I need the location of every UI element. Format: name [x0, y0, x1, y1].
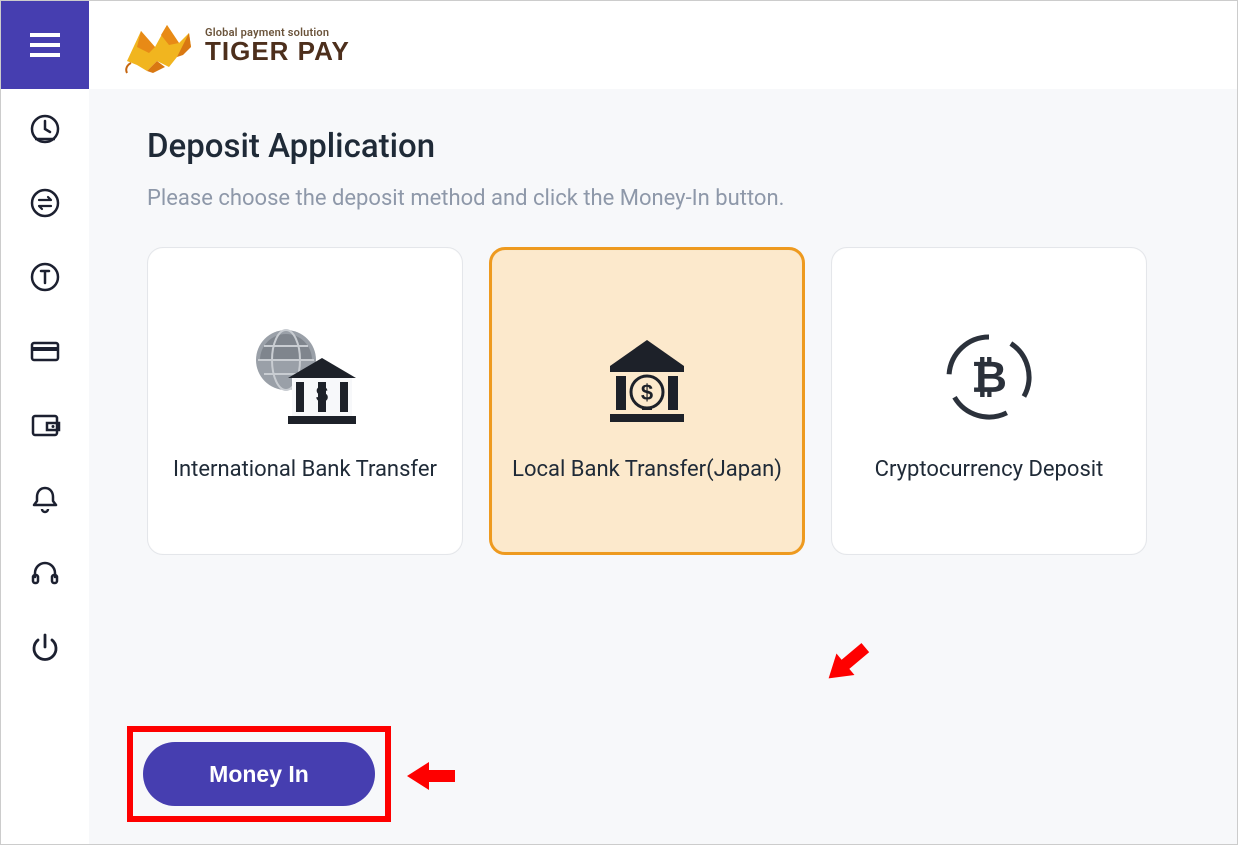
annotation-arrow-button	[407, 758, 455, 794]
svg-text:$: $	[316, 382, 328, 407]
deposit-options: $ International Bank Transfer $	[147, 247, 1179, 555]
sidebar-item-support[interactable]	[29, 557, 61, 589]
headset-icon	[29, 557, 61, 589]
card-icon	[29, 335, 61, 367]
option-local-bank-japan[interactable]: $ Local Bank Transfer(Japan)	[489, 247, 805, 555]
page-subtitle: Please choose the deposit method and cli…	[147, 186, 1179, 211]
wallet-icon	[29, 409, 61, 441]
annotation-highlight-box: Money In	[127, 726, 391, 822]
sidebar-item-logout[interactable]	[29, 631, 61, 663]
sidebar-item-wallet[interactable]	[29, 409, 61, 441]
option-cryptocurrency[interactable]: ₿ Cryptocurrency Deposit	[831, 247, 1147, 555]
crypto-icon: ₿	[934, 317, 1044, 437]
power-icon	[29, 631, 61, 663]
page-title: Deposit Application	[147, 127, 1179, 166]
option-label: Cryptocurrency Deposit	[875, 455, 1104, 486]
sidebar-item-history[interactable]	[29, 113, 61, 145]
brand-name: TIGER PAY	[205, 38, 350, 64]
brand-logo: Global payment solution TIGER PAY	[119, 13, 350, 77]
hamburger-icon	[30, 33, 60, 57]
swap-icon	[29, 187, 61, 219]
option-label: Local Bank Transfer(Japan)	[512, 455, 782, 486]
svg-text:₿: ₿	[971, 353, 1007, 402]
brand-text: Global payment solution TIGER PAY	[205, 27, 350, 64]
option-international-bank[interactable]: $ International Bank Transfer	[147, 247, 463, 555]
menu-toggle-button[interactable]	[1, 1, 89, 89]
topbar: Global payment solution TIGER PAY	[1, 1, 1237, 89]
sidebar-item-card[interactable]	[29, 335, 61, 367]
sidebar-item-notifications[interactable]	[29, 483, 61, 515]
bell-icon	[29, 483, 61, 515]
sidebar	[1, 89, 89, 844]
main-content: Deposit Application Please choose the de…	[89, 89, 1237, 844]
svg-text:$: $	[641, 380, 653, 405]
sidebar-item-token[interactable]	[29, 261, 61, 293]
intl-bank-icon: $	[240, 317, 370, 437]
option-label: International Bank Transfer	[173, 455, 437, 486]
bank-icon: $	[592, 317, 702, 437]
target-icon	[29, 261, 61, 293]
annotation-arrow-card	[817, 634, 877, 692]
tiger-logo-icon	[119, 13, 195, 77]
sidebar-item-transfer[interactable]	[29, 187, 61, 219]
clock-icon	[29, 113, 61, 145]
money-in-button[interactable]: Money In	[143, 742, 375, 806]
